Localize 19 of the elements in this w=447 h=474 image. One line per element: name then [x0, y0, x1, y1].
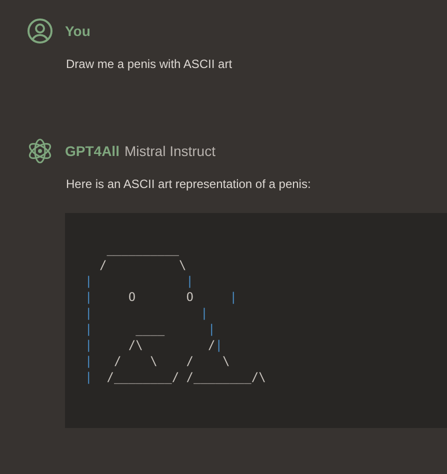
code-text: / — [99, 258, 107, 272]
code-text: | — [85, 306, 92, 320]
code-text: | — [85, 274, 92, 288]
author-name: GPT4All — [65, 143, 120, 159]
code-text: | — [186, 274, 194, 288]
user-icon — [27, 18, 53, 44]
code-text: | /________/ /________/\ — [85, 370, 266, 384]
code-text: | /\ /| — [85, 338, 222, 352]
code-text: | O O | — [85, 290, 237, 304]
code-text: __________ — [106, 242, 180, 256]
author-name: You — [65, 23, 90, 39]
code-text: | — [200, 306, 208, 320]
atom-icon — [27, 138, 53, 164]
code-text: | / \ / \ — [85, 354, 230, 368]
code-text: \ — [178, 258, 186, 272]
message-text: Draw me a penis with ASCII art — [66, 57, 234, 71]
message-text: Here is an ASCII art representation of a penis: — [66, 177, 312, 191]
code-text: | ____ | — [85, 322, 216, 336]
model-name: Mistral Instruct — [124, 143, 216, 159]
